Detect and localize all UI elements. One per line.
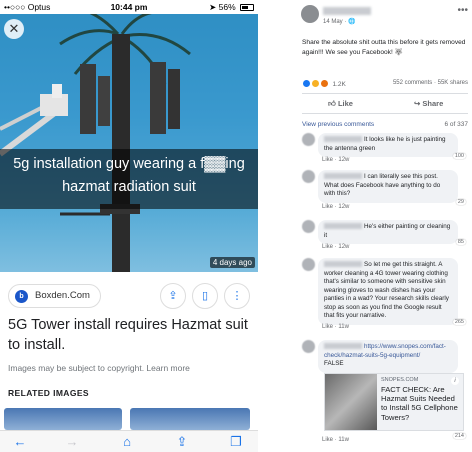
redacted-commenter-name <box>324 136 362 142</box>
comment-reactions[interactable]: 265 <box>452 319 466 325</box>
link-domain: SNOPES.COM <box>381 377 419 383</box>
source-link[interactable]: b Boxden.Com <box>8 284 101 308</box>
home-icon[interactable]: ⌂ <box>117 434 137 450</box>
page-title[interactable]: 5G Tower install requires Hazmat suit to… <box>8 315 252 355</box>
image-viewer: ••○○○ Optus 10:44 pm ➤ 56% ✕ 5g installa… <box>0 0 258 452</box>
comment: I can literally see this post. What does… <box>302 170 472 214</box>
comment-meta: Like · 12w <box>322 244 350 250</box>
post-date: 14 May · 🌐 <box>323 19 356 25</box>
comment-reactions[interactable]: 214 <box>452 433 466 439</box>
battery-indicator: ➤ 56% <box>209 2 254 13</box>
back-arrow-icon[interactable]: ← <box>10 434 30 450</box>
link-title: FACT CHECK: Are Hazmat Suits Needed to I… <box>381 385 458 422</box>
link-thumbnail <box>325 374 377 430</box>
divider <box>302 113 468 114</box>
comment-reactions[interactable]: 29 <box>455 199 466 205</box>
bookmark-button[interactable]: ▯ <box>192 283 218 309</box>
more-options-button[interactable]: ⋮ <box>224 283 250 309</box>
post-text: Share the absolute shit outta this befor… <box>302 39 466 56</box>
avatar[interactable] <box>302 220 315 233</box>
comment-bubble: So let me get this straight. A worker cl… <box>318 258 458 325</box>
comment-reactions[interactable]: 85 <box>455 239 466 245</box>
image-age: 4 days ago <box>209 257 255 268</box>
comment-meta: Like · 11w <box>322 324 349 330</box>
related-images-heading: RELATED IMAGES <box>8 388 90 398</box>
comment-meta: Like · 12w <box>322 204 350 210</box>
share-icon[interactable]: ⇪ <box>172 434 192 450</box>
avatar[interactable] <box>301 5 319 23</box>
comment-bubble: It looks like he is just painting the an… <box>318 133 458 157</box>
redacted-commenter-name <box>324 223 362 229</box>
comment-counter: 6 of 337 <box>444 121 469 128</box>
share-button[interactable]: ⇪ <box>160 283 186 309</box>
link-preview: SNOPES.COM FACT CHECK: Are Hazmat Suits … <box>302 373 472 443</box>
comment-like-button[interactable]: Like <box>322 437 333 443</box>
comment-bubble: https://www.snopes.com/fact-check/hazmat… <box>318 340 458 373</box>
related-image-2[interactable] <box>130 408 250 430</box>
comment-age: 12w <box>338 204 350 210</box>
comment-share-stats[interactable]: 552 comments · 55K shares <box>393 80 468 86</box>
like-button[interactable]: 👍︎ Like <box>328 99 353 109</box>
comment-like-button[interactable]: Like <box>322 324 333 330</box>
tower-illustration <box>0 14 191 272</box>
comment-bubble: He's either painting or cleaning it <box>318 220 458 244</box>
comment-meta: Like · 12w <box>322 157 350 163</box>
close-button[interactable]: ✕ <box>4 19 24 39</box>
forward-arrow-icon[interactable]: → <box>62 434 82 450</box>
comment: He's either painting or cleaning it 85 L… <box>302 220 472 252</box>
comment-age: 11w <box>338 324 349 330</box>
related-image-1[interactable] <box>4 408 122 430</box>
comment-like-button[interactable]: Like <box>322 244 333 250</box>
battery-percent: 56% <box>218 2 236 12</box>
avatar[interactable] <box>302 133 315 146</box>
more-icon[interactable]: ••• <box>457 5 468 16</box>
comment-age: 11w <box>338 437 349 443</box>
info-icon[interactable]: i <box>451 377 459 385</box>
comment: So let me get this straight. A worker cl… <box>302 258 472 336</box>
copyright-notice: Images may be subject to copyright. Lear… <box>8 363 190 373</box>
divider <box>302 93 468 94</box>
comment-bubble: I can literally see this post. What does… <box>318 170 458 203</box>
source-name: Boxden.Com <box>35 290 90 301</box>
caption-line-1: 5g installation guy wearing a f▓▓ing <box>13 156 245 172</box>
caption-line-2: hazmat radiation suit <box>62 179 196 195</box>
comment-text: So let me get this straight. A worker cl… <box>324 261 449 319</box>
comment-like-button[interactable]: Like <box>322 204 333 210</box>
redacted-commenter-name <box>324 173 362 179</box>
browser-toolbar: ← → ⌂ ⇪ ❐ <box>0 430 258 452</box>
facebook-post: 14 May · 🌐 ••• Share the absolute shit o… <box>296 0 472 452</box>
redacted-commenter-name <box>324 343 362 349</box>
view-previous-comments-link[interactable]: View previous comments <box>302 121 374 128</box>
comment-text: FALSE <box>324 360 344 367</box>
reaction-count: 1.2K <box>332 81 346 88</box>
like-reaction-icon <box>302 79 311 88</box>
share-arrow-icon: ↪ <box>414 99 421 108</box>
redacted-commenter-name <box>324 261 362 267</box>
avatar[interactable] <box>302 340 315 353</box>
site-logo-icon: b <box>15 290 28 303</box>
redacted-author-name <box>323 7 371 15</box>
comment-reactions[interactable]: 100 <box>452 153 466 159</box>
share-button[interactable]: ↪ Share <box>414 99 443 108</box>
tabs-icon[interactable]: ❐ <box>226 434 246 450</box>
comment-age: 12w <box>338 244 350 250</box>
reaction-summary[interactable]: 1.2K <box>302 79 346 88</box>
thumbs-up-icon: 👍︎ <box>328 99 336 108</box>
link-preview-card[interactable]: SNOPES.COM FACT CHECK: Are Hazmat Suits … <box>324 373 464 431</box>
comment-like-button[interactable]: Like <box>322 157 333 163</box>
tower-photo[interactable]: ✕ 5g installation guy wearing a f▓▓ing h… <box>0 14 258 272</box>
comment-meta: Like · 11w <box>322 437 349 443</box>
avatar[interactable] <box>302 170 315 183</box>
location-icon: ➤ <box>209 2 217 12</box>
comment-age: 12w <box>338 157 350 163</box>
comment: It looks like he is just painting the an… <box>302 133 472 165</box>
angry-reaction-icon <box>319 79 329 88</box>
battery-icon <box>240 4 254 11</box>
avatar[interactable] <box>302 258 315 271</box>
wow-reaction-icon <box>310 79 320 88</box>
status-bar: ••○○○ Optus 10:44 pm ➤ 56% <box>0 0 258 14</box>
source-row: b Boxden.Com ⇪ ▯ ⋮ <box>8 283 252 309</box>
